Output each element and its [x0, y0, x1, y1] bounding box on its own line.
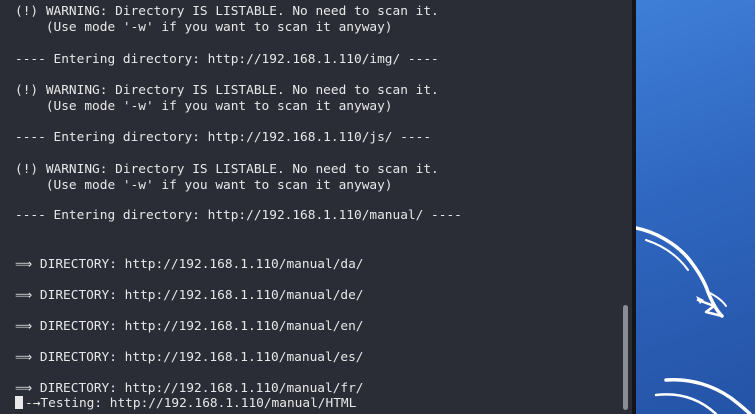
terminal-cursor — [15, 396, 23, 409]
testing-text: Testing: http://192.168.1.110/manual/HTM… — [40, 396, 357, 411]
entering-directory-line: ---- Entering directory: http://192.168.… — [15, 52, 439, 67]
screen: (!) WARNING: Directory IS LISTABLE. No n… — [0, 0, 755, 414]
directory-text: DIRECTORY: http://192.168.1.110/manual/f… — [39, 381, 364, 396]
entering-directory-line: ---- Entering directory: http://192.168.… — [15, 130, 432, 145]
kali-dragon-icon — [634, 226, 752, 414]
double-arrow-icon: ⟹ — [15, 350, 33, 364]
directory-text: DIRECTORY: http://192.168.1.110/manual/e… — [39, 350, 364, 365]
directory-text: DIRECTORY: http://192.168.1.110/manual/d… — [39, 257, 364, 272]
double-arrow-icon: ⟹ — [15, 381, 33, 395]
directory-line: ⟹ DIRECTORY: http://192.168.1.110/manual… — [15, 349, 364, 365]
scrollbar-thumb[interactable] — [623, 305, 628, 410]
double-arrow-icon: ⟹ — [15, 319, 33, 333]
directory-text: DIRECTORY: http://192.168.1.110/manual/e… — [39, 319, 364, 334]
warning-hint-line: (Use mode '-w' if you want to scan it an… — [15, 99, 393, 114]
double-arrow-icon: ⟹ — [15, 257, 33, 271]
warning-line: (!) WARNING: Directory IS LISTABLE. No n… — [15, 162, 439, 177]
directory-line: ⟹ DIRECTORY: http://192.168.1.110/manual… — [15, 380, 364, 396]
warning-line: (!) WARNING: Directory IS LISTABLE. No n… — [15, 4, 439, 19]
double-arrow-icon: ⟹ — [15, 288, 33, 302]
terminal-window[interactable]: (!) WARNING: Directory IS LISTABLE. No n… — [0, 0, 632, 414]
warning-hint-line: (Use mode '-w' if you want to scan it an… — [15, 20, 393, 35]
directory-text: DIRECTORY: http://192.168.1.110/manual/d… — [39, 288, 364, 303]
directory-line: ⟹ DIRECTORY: http://192.168.1.110/manual… — [15, 287, 364, 303]
testing-line: -→Testing: http://192.168.1.110/manual/H… — [15, 396, 356, 412]
progress-glyph: -→ — [25, 396, 41, 411]
entering-directory-line: ---- Entering directory: http://192.168.… — [15, 208, 462, 223]
directory-line: ⟹ DIRECTORY: http://192.168.1.110/manual… — [15, 318, 364, 334]
warning-line: (!) WARNING: Directory IS LISTABLE. No n… — [15, 83, 439, 98]
desktop-wallpaper — [634, 0, 755, 414]
warning-hint-line: (Use mode '-w' if you want to scan it an… — [15, 178, 393, 193]
directory-line: ⟹ DIRECTORY: http://192.168.1.110/manual… — [15, 256, 364, 272]
terminal-output: (!) WARNING: Directory IS LISTABLE. No n… — [15, 4, 612, 411]
